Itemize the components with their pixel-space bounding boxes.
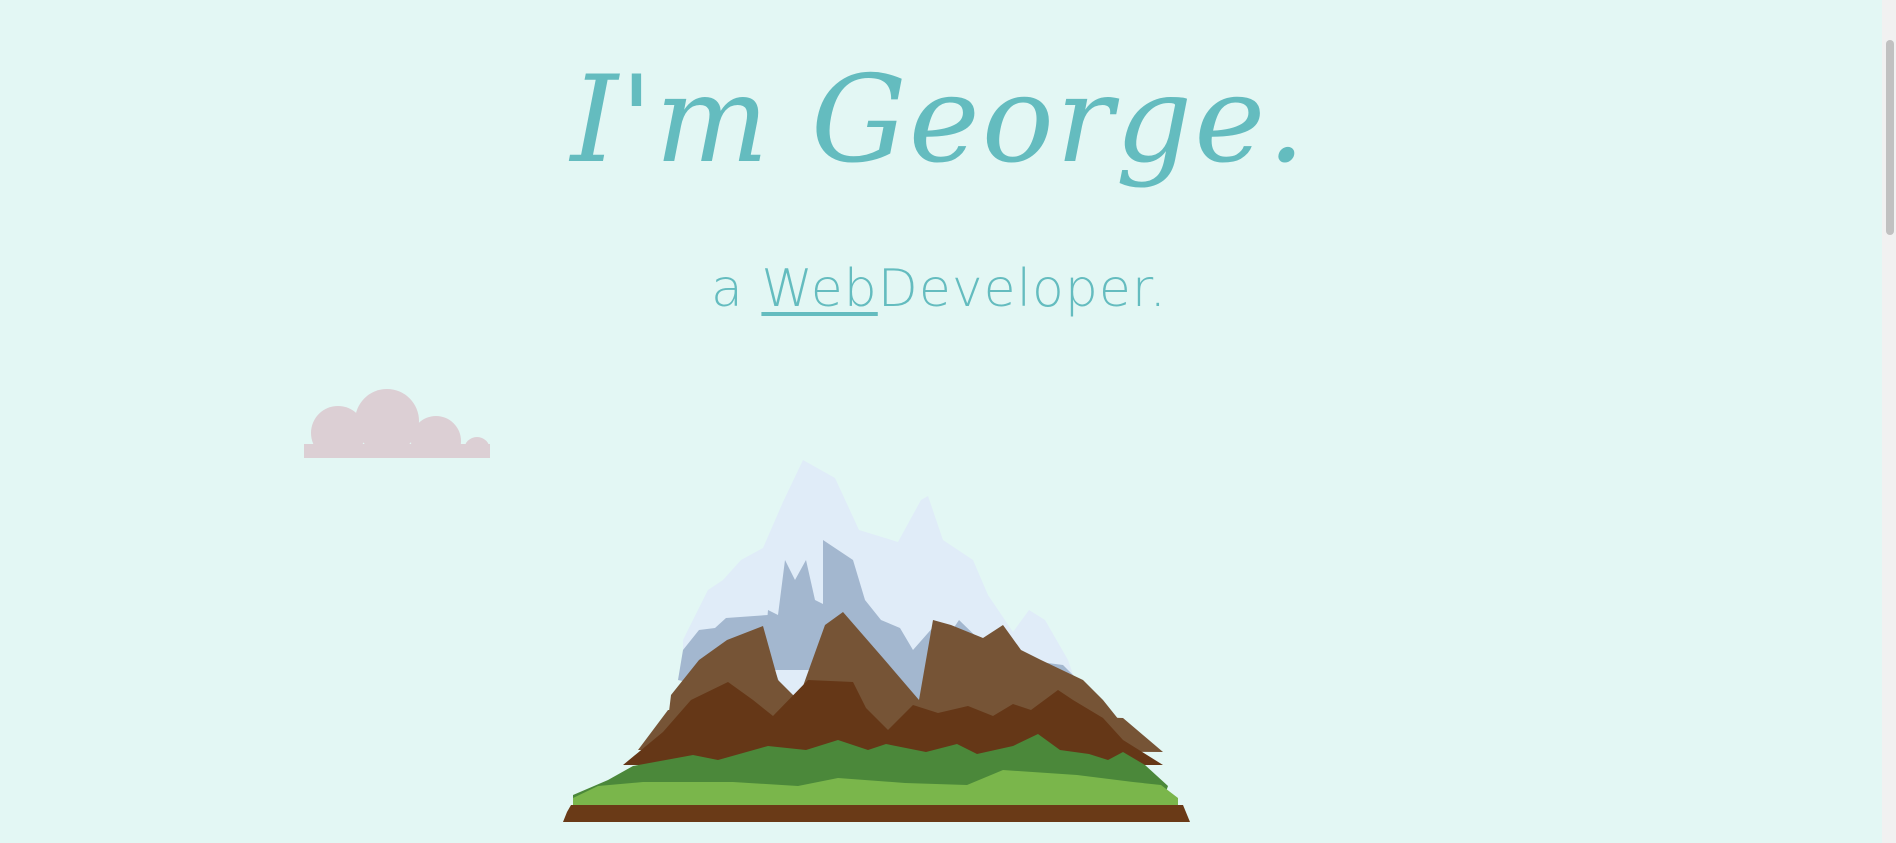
cloud-icon (304, 389, 490, 458)
page-scrollbar[interactable] (1882, 0, 1896, 843)
typed-word: Web (761, 259, 878, 319)
hero-section: I'm George. a WebDeveloper. (0, 0, 1896, 843)
hero-subtitle: a WebDeveloper. (0, 258, 1878, 320)
subtitle-prefix: a (711, 259, 762, 319)
subtitle-suffix: Developer. (877, 259, 1167, 319)
scrollbar-thumb[interactable] (1886, 40, 1894, 235)
hero-title: I'm George. (570, 51, 1308, 190)
mountain-illustration (563, 460, 1190, 822)
